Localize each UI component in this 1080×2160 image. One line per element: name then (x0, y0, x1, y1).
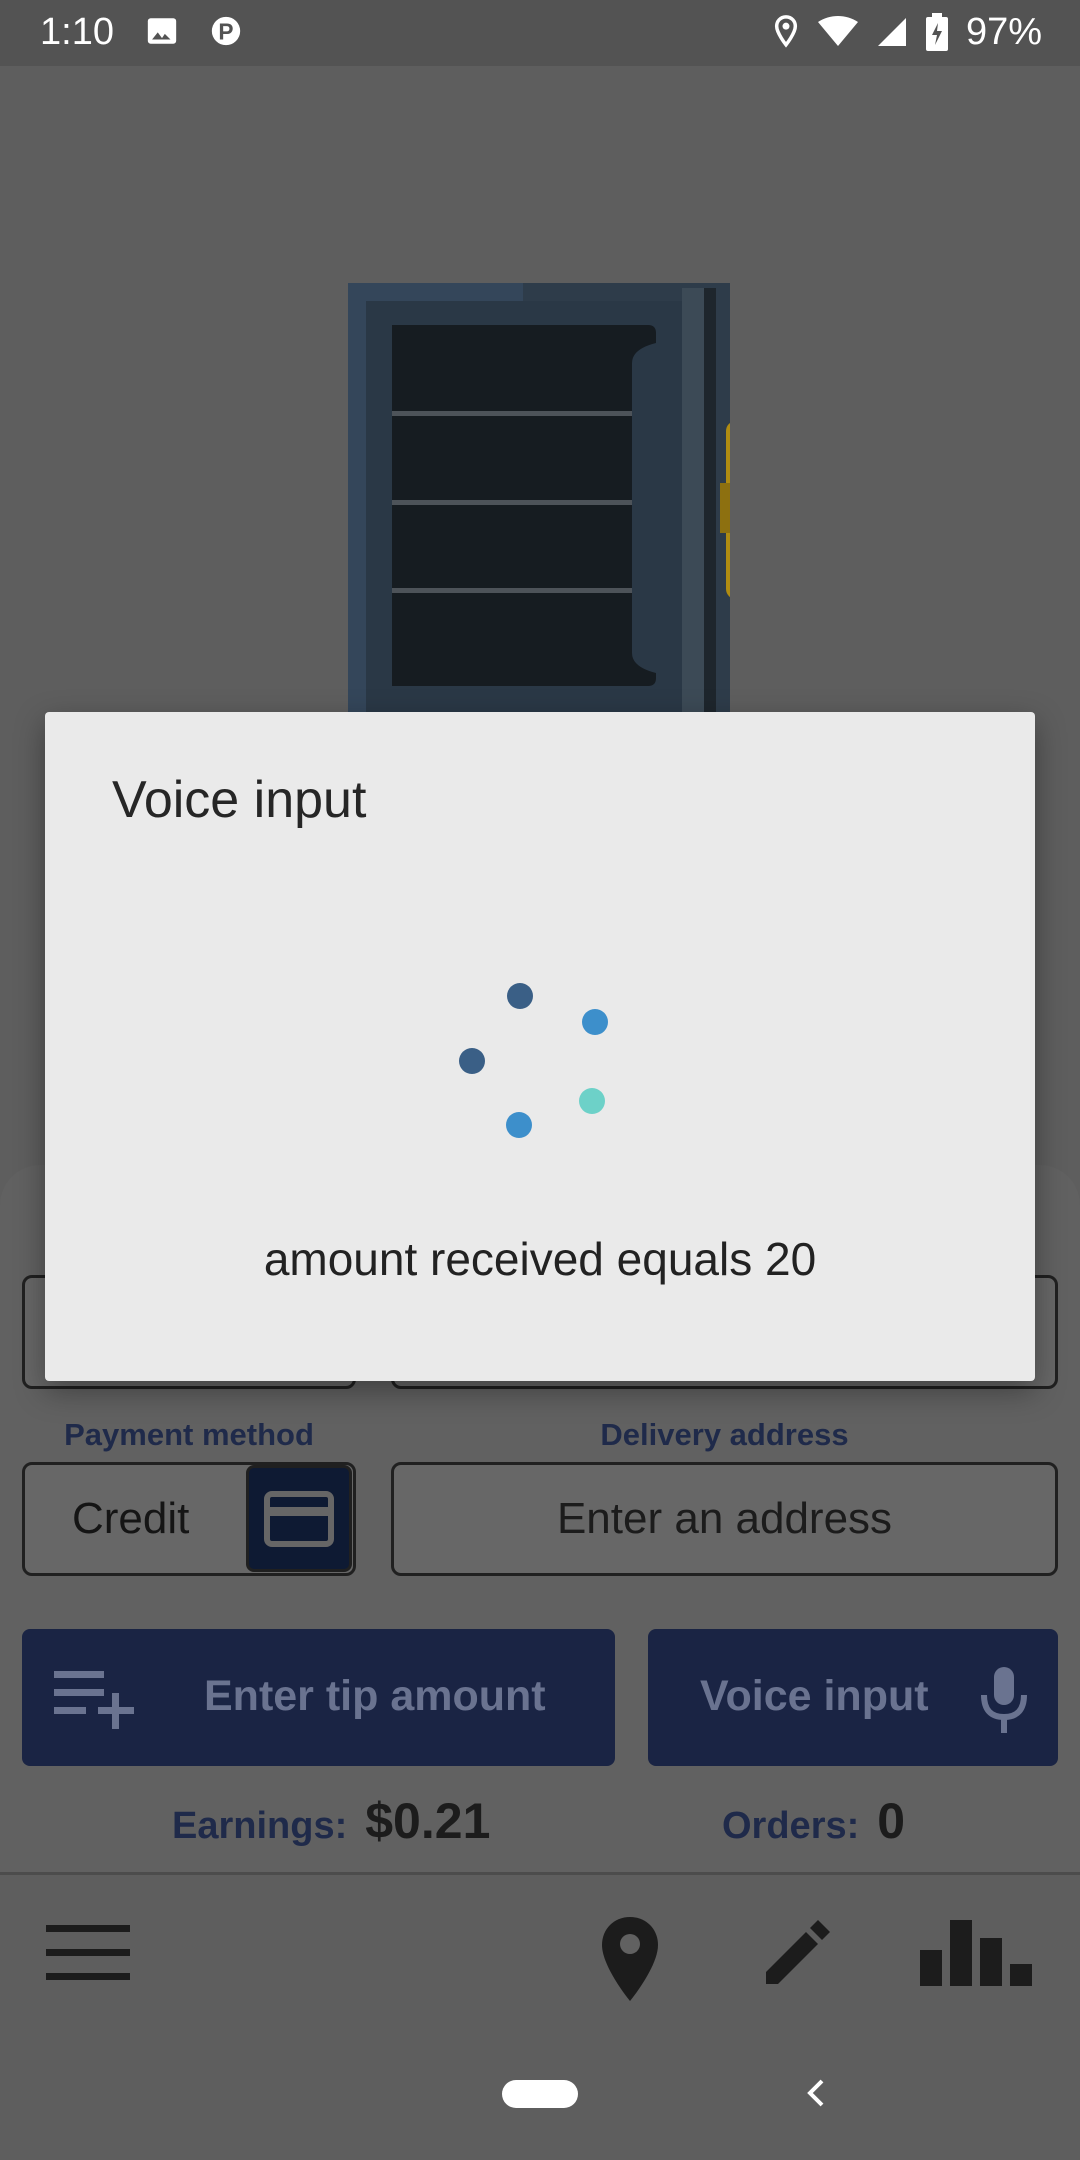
tip-amount-label: Enter tip amount (204, 1672, 546, 1720)
earnings-stat: Earnings: $0.21 (172, 1792, 490, 1850)
voice-input-dialog: Voice input amount received equals 20 (45, 712, 1035, 1381)
svg-text:P: P (218, 19, 233, 45)
spinner-dot (506, 1112, 532, 1138)
status-time: 1:10 (40, 11, 114, 53)
delivery-address-label: Delivery address (600, 1417, 849, 1452)
voice-input-label: Voice input (700, 1672, 929, 1720)
menu-icon[interactable] (46, 1925, 130, 1981)
wifi-icon (817, 16, 858, 46)
microphone-icon (981, 1667, 1027, 1733)
spinner-dot (459, 1048, 485, 1074)
payment-method-value: Credit (72, 1494, 190, 1543)
battery-icon (925, 13, 948, 51)
orders-label: Orders: (722, 1805, 860, 1847)
location-icon (774, 15, 798, 48)
playlist-add-icon (54, 1671, 134, 1729)
orders-stat: Orders: 0 (722, 1792, 905, 1850)
credit-card-icon (264, 1490, 334, 1547)
notification-icons: P (145, 14, 241, 48)
voice-input-button[interactable]: Voice input (648, 1629, 1058, 1766)
bar-chart-icon[interactable] (920, 1920, 1034, 1986)
earnings-label: Earnings: (172, 1805, 348, 1847)
payment-method-label: Payment method (64, 1417, 314, 1452)
edit-icon[interactable] (762, 1918, 832, 1988)
voice-transcript: amount received equals 20 (263, 1233, 817, 1285)
battery-level: 97% (965, 11, 1042, 53)
credit-card-button[interactable] (246, 1465, 352, 1572)
image-icon (147, 18, 177, 44)
signal-icon (877, 18, 906, 46)
divider (0, 1872, 1080, 1875)
home-pill[interactable] (502, 2080, 578, 2108)
back-icon[interactable] (804, 2073, 826, 2113)
safe-illustration (348, 283, 730, 713)
delivery-address-placeholder: Enter an address (556, 1494, 893, 1543)
status-bar: 1:10 P 97% (0, 0, 1080, 66)
spinner-dot (582, 1009, 608, 1035)
status-right: 97% (772, 12, 1042, 52)
spinner-dot (579, 1088, 605, 1114)
location-pin-icon[interactable] (600, 1915, 660, 2005)
parking-icon: P (211, 16, 241, 46)
spinner-dot (507, 983, 533, 1009)
orders-value: 0 (877, 1793, 906, 1849)
tip-amount-button[interactable]: Enter tip amount (22, 1629, 615, 1766)
earnings-value: $0.21 (365, 1793, 491, 1849)
